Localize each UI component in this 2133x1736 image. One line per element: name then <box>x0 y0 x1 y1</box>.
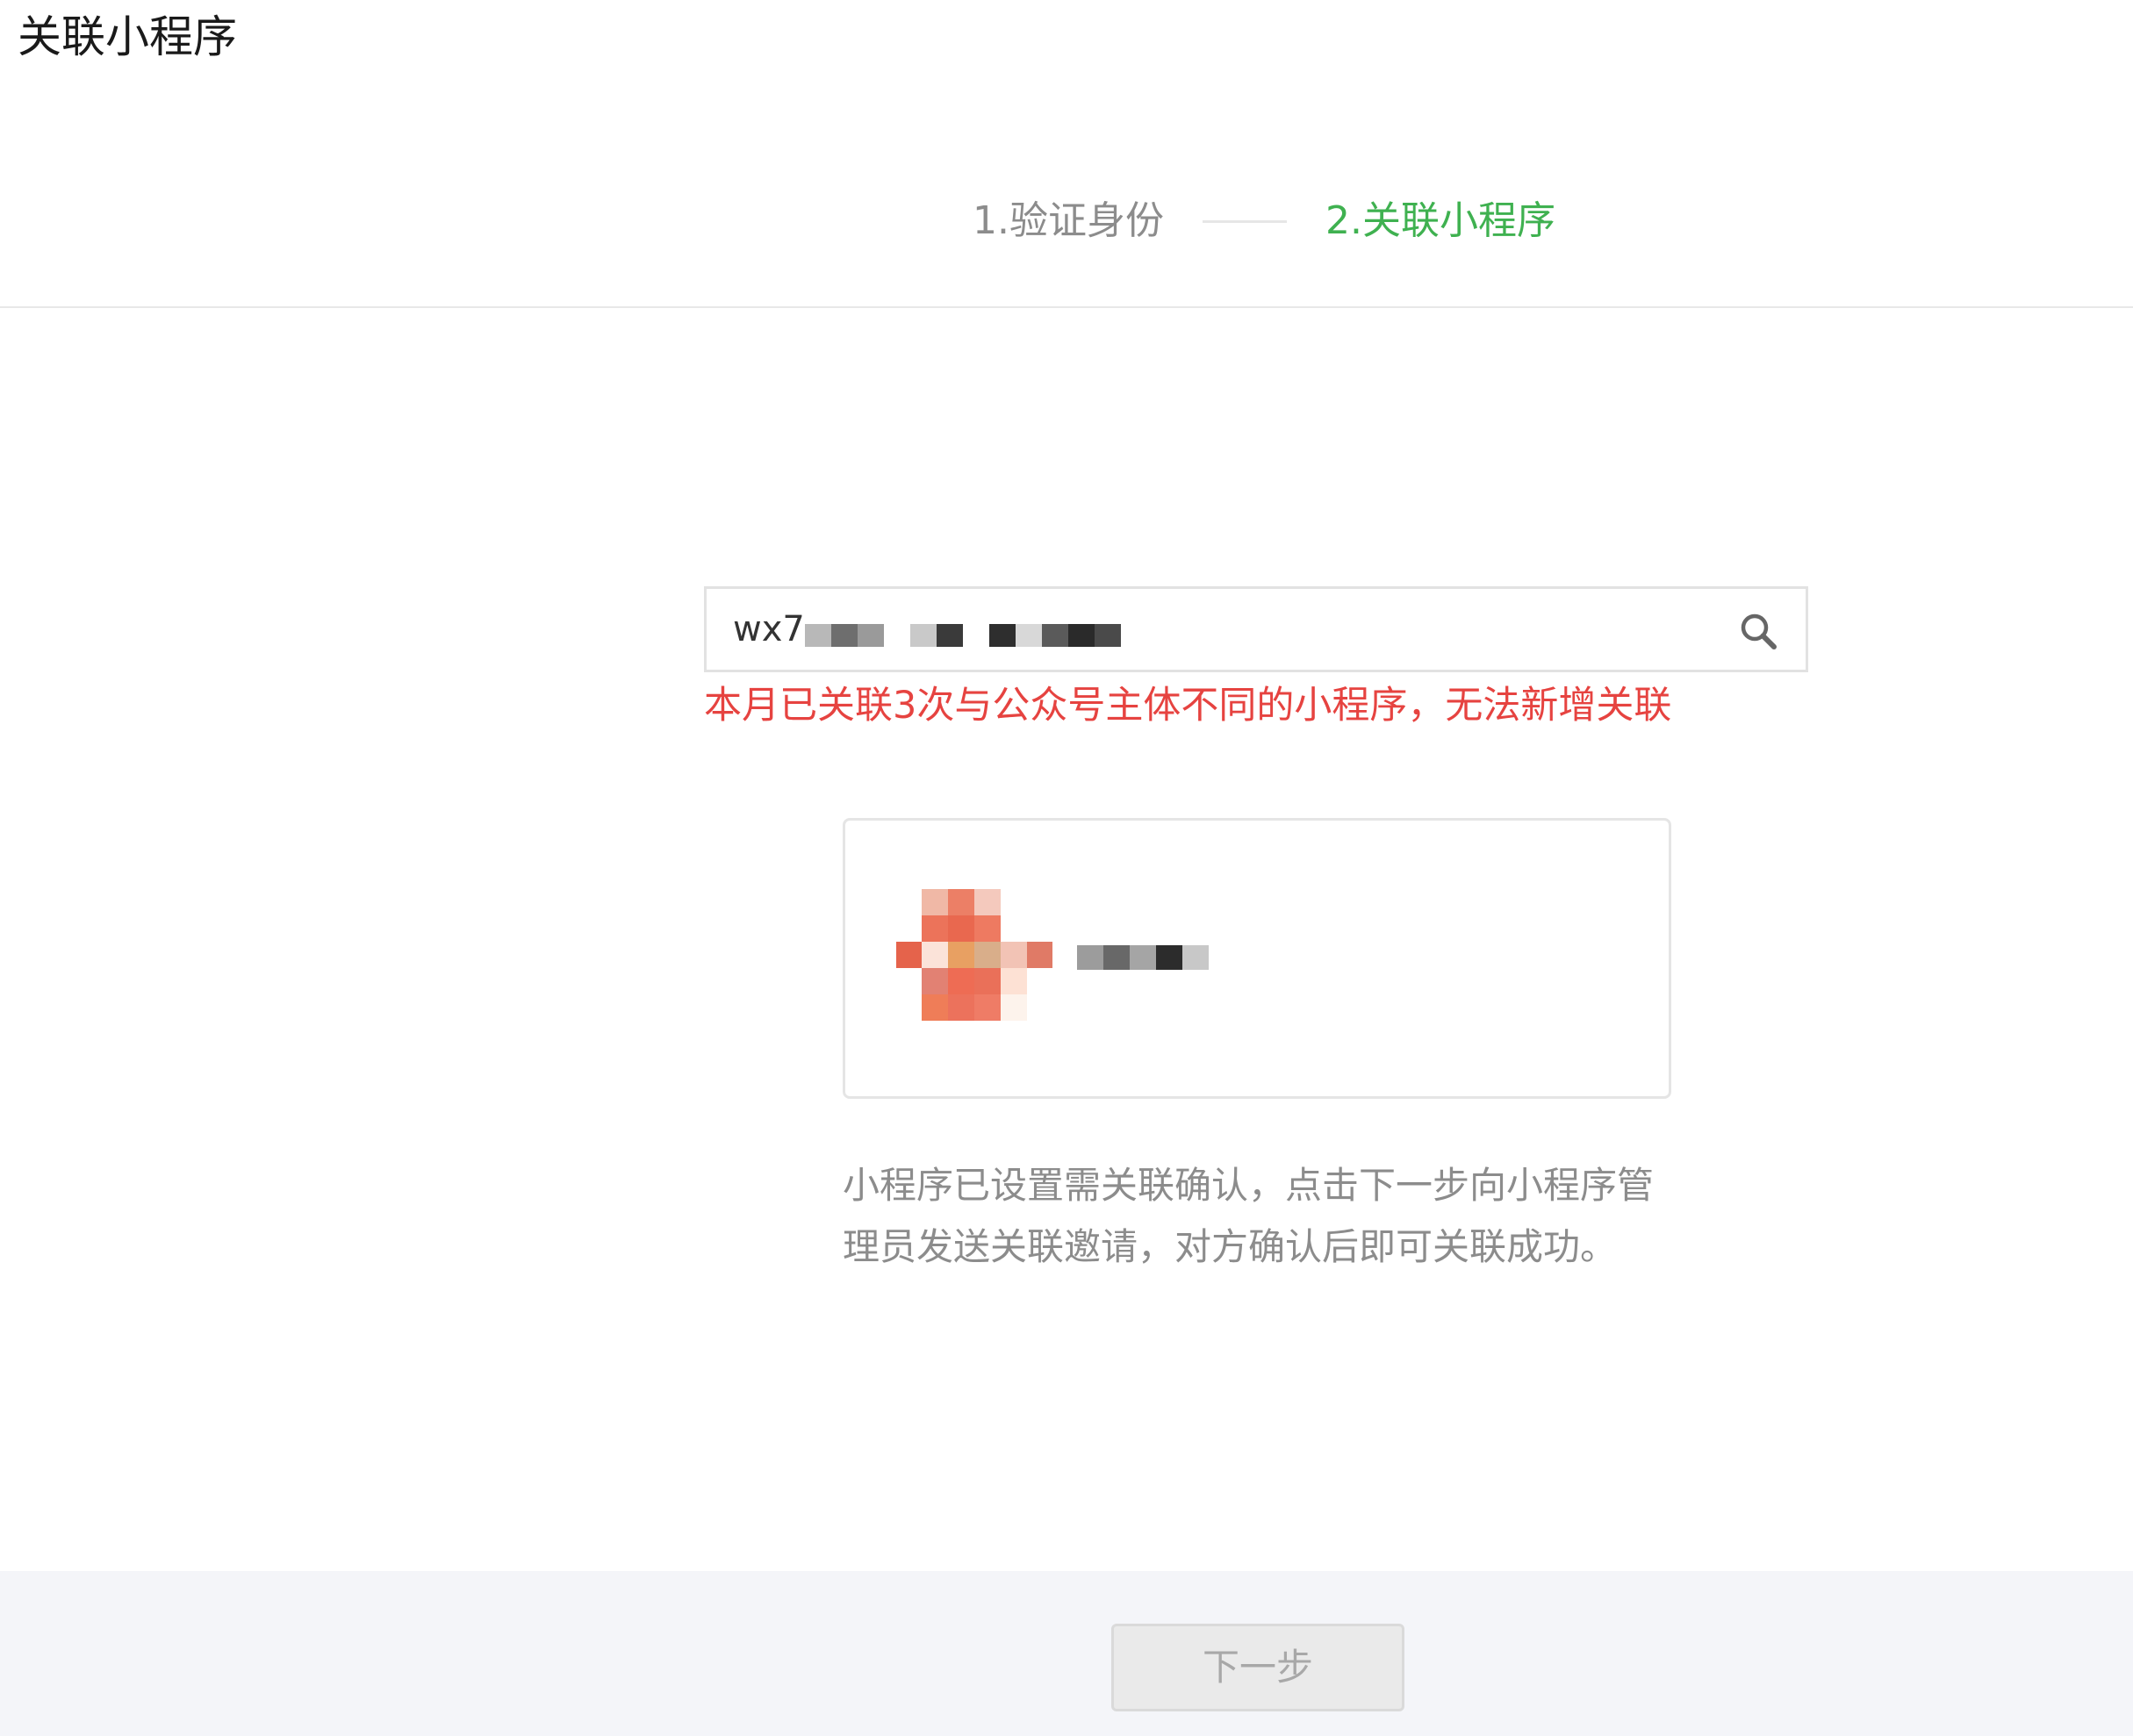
redacted-appid <box>805 624 1121 647</box>
step-verify-identity: 1.验证身份 <box>973 198 1164 243</box>
step-indicator: 1.验证身份 2.关联小程序 <box>973 193 1555 249</box>
hint-text: 小程序已设置需关联确认，点击下一步向小程序管理员发送关联邀请，对方确认后即可关联… <box>843 1164 1655 1268</box>
search-box <box>704 586 1808 672</box>
link-miniprogram-dialog: 关联小程序 1.验证身份 2.关联小程序 本月已关联3次与公众号主体不同的小程序… <box>0 0 2133 1736</box>
dialog-title: 关联小程序 <box>18 11 237 62</box>
next-button[interactable]: 下一步 <box>1111 1624 1404 1711</box>
miniprogram-result-card[interactable] <box>843 818 1671 1099</box>
app-avatar <box>896 889 1052 1029</box>
redacted-app-name <box>1077 945 1209 970</box>
error-message: 本月已关联3次与公众号主体不同的小程序，无法新增关联 <box>704 684 1672 728</box>
dialog-footer <box>0 1571 2133 1736</box>
header-divider <box>0 306 2133 308</box>
step-connector <box>1202 219 1287 223</box>
step-link-miniprogram: 2.关联小程序 <box>1325 198 1555 243</box>
search-icon[interactable] <box>1737 610 1779 652</box>
